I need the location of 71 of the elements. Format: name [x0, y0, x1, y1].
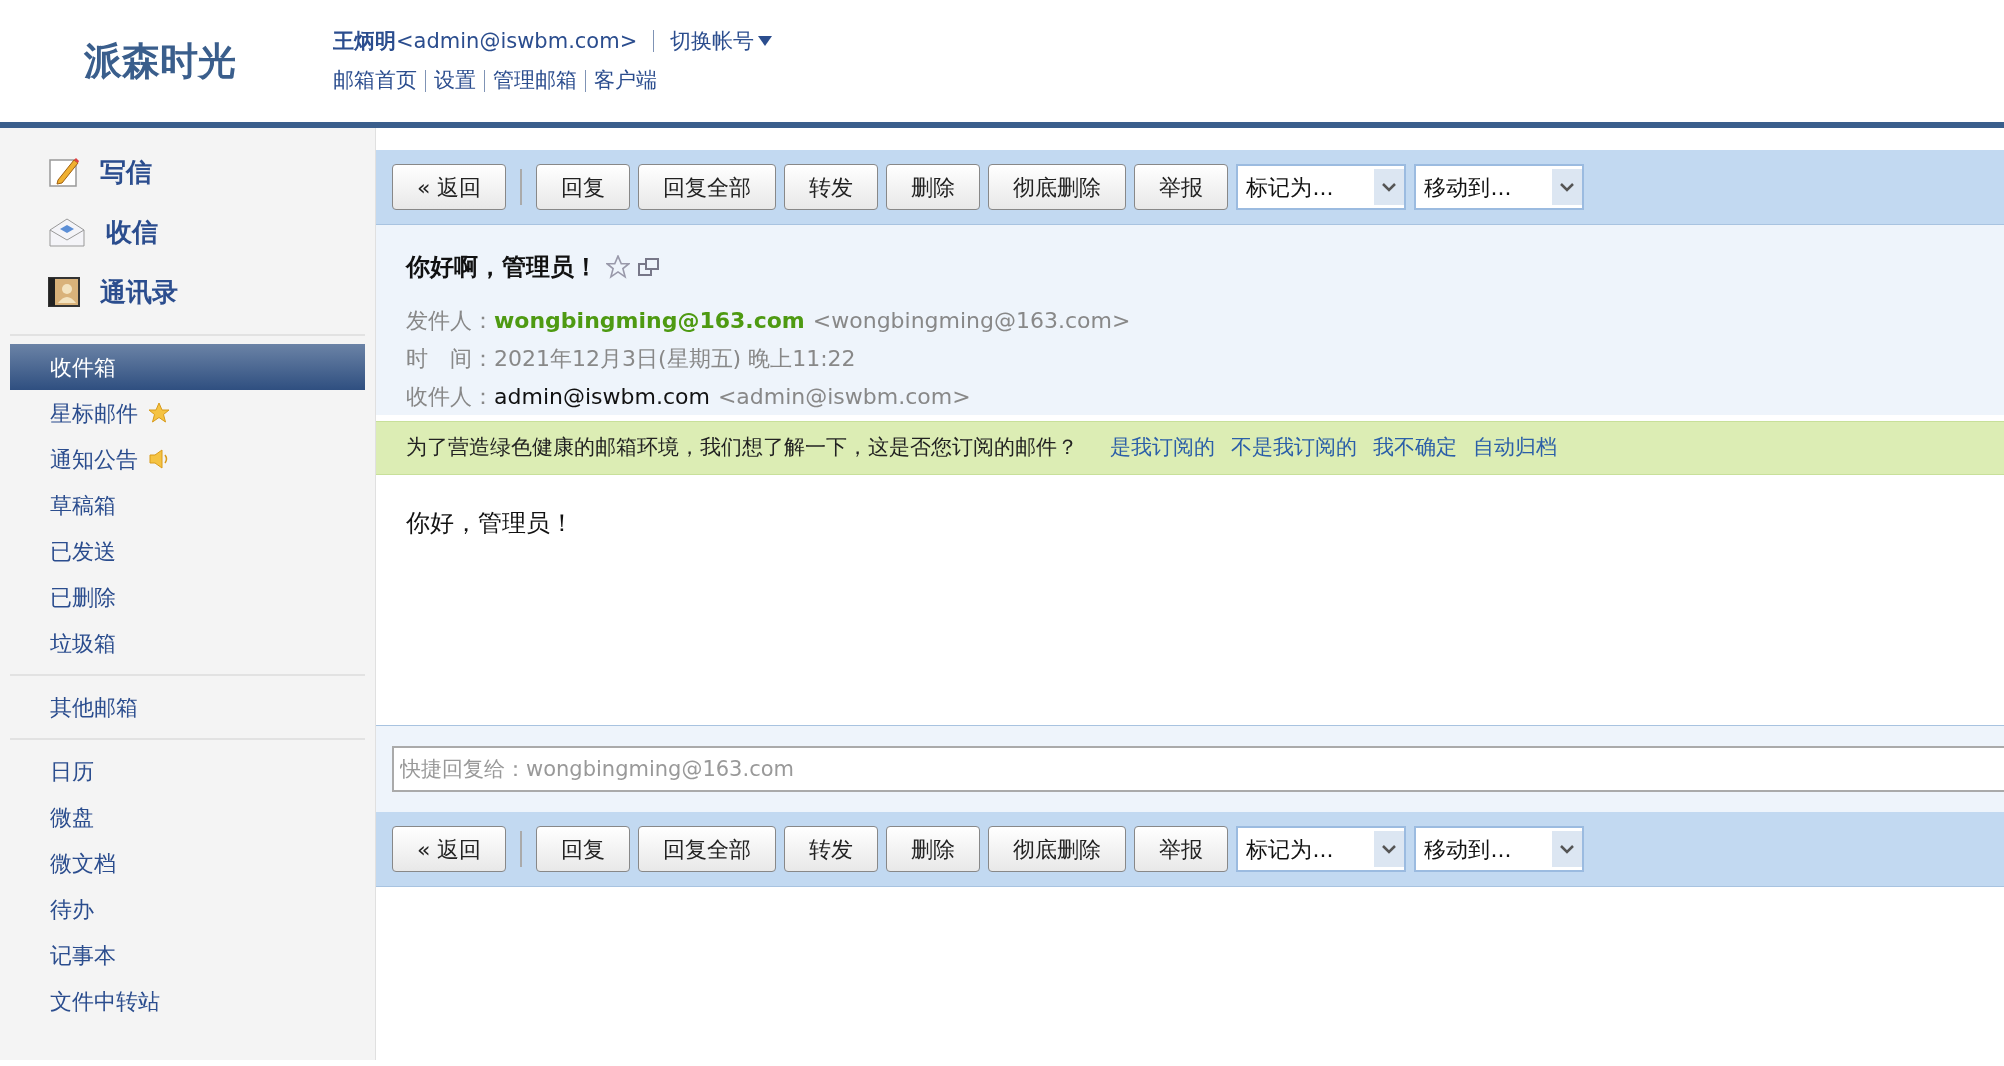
toolbar-button[interactable]: 彻底删除 — [988, 826, 1127, 872]
sidebar-action[interactable]: 写信 — [10, 142, 365, 202]
pencil-note-icon — [48, 156, 80, 188]
notice-link[interactable]: 自动归档 — [1473, 432, 1557, 464]
meta-label: 发件人： — [406, 306, 494, 335]
chevron-down-icon — [1559, 844, 1576, 854]
notice-link[interactable]: 我不确定 — [1373, 432, 1457, 464]
notice-link[interactable]: 是我订阅的 — [1110, 432, 1215, 464]
back-button[interactable]: « 返回 — [392, 164, 507, 210]
switch-account-link[interactable]: 切换帐号 — [670, 25, 773, 57]
folder-item[interactable]: 垃圾箱 — [10, 620, 365, 666]
folder-item[interactable]: 通知公告 — [10, 436, 365, 482]
chevron-down-icon — [1381, 844, 1398, 854]
star-icon[interactable] — [606, 255, 630, 279]
toolbar-button[interactable]: 删除 — [886, 826, 981, 872]
email-subject: 你好啊，管理员！ — [406, 252, 598, 283]
meta-label: 收件人： — [406, 382, 494, 411]
header-link[interactable]: 客户端 — [594, 65, 657, 97]
folder-item[interactable]: 收件箱 — [10, 344, 365, 390]
popout-icon[interactable] — [638, 257, 660, 277]
toolbar-button[interactable]: 彻底删除 — [988, 164, 1127, 210]
header-link[interactable]: 管理邮箱 — [493, 65, 577, 97]
folder-item[interactable]: 已发送 — [10, 528, 365, 574]
toolbar-button[interactable]: 回复全部 — [638, 826, 777, 872]
folder-item[interactable]: 草稿箱 — [10, 482, 365, 528]
sidebar-action[interactable]: 通讯录 — [10, 262, 365, 322]
folder-item[interactable]: 记事本 — [10, 932, 365, 978]
quick-reply-field[interactable]: 快捷回复给：wongbingming@163.com — [392, 746, 2004, 792]
toolbar-button[interactable]: 举报 — [1134, 164, 1229, 210]
toolbar-button[interactable]: 回复全部 — [638, 164, 777, 210]
recipient-name: admin@iswbm.com — [494, 382, 710, 411]
sender-address: <wongbingming@163.com> — [812, 306, 1131, 335]
folder-item[interactable]: 文件中转站 — [10, 978, 365, 1024]
meta-label: 时 间： — [406, 344, 494, 373]
folder-item[interactable]: 微盘 — [10, 794, 365, 840]
folder-item[interactable]: 已删除 — [10, 574, 365, 620]
logo: 派森时光 — [83, 37, 237, 85]
notice-text: 为了营造绿色健康的邮箱环境，我们想了解一下，这是否您订阅的邮件？ — [406, 434, 1078, 462]
contact-card-icon — [48, 277, 80, 307]
toolbar-button[interactable]: 举报 — [1134, 826, 1229, 872]
user-email: <admin@iswbm.com> — [396, 27, 638, 55]
toolbar-button[interactable]: 转发 — [784, 164, 879, 210]
speaker-icon — [148, 449, 170, 469]
star-icon — [148, 402, 170, 424]
folder-item[interactable]: 其他邮箱 — [10, 684, 365, 730]
caret-icon — [758, 36, 773, 47]
folder-item[interactable]: 日历 — [10, 748, 365, 794]
dropdown[interactable]: 移动到... — [1414, 826, 1585, 872]
chevron-down-icon — [1559, 182, 1576, 192]
folder-item[interactable]: 星标邮件 — [10, 390, 365, 436]
chevron-down-icon — [1381, 182, 1398, 192]
back-button[interactable]: « 返回 — [392, 826, 507, 872]
header-link[interactable]: 设置 — [434, 65, 476, 97]
email-body: 你好，管理员！ — [406, 509, 574, 537]
sent-time: 2021年12月3日(星期五) 晚上11:22 — [494, 344, 856, 373]
toolbar-button[interactable]: 回复 — [536, 826, 631, 872]
dropdown[interactable]: 标记为... — [1236, 164, 1407, 210]
folder-item[interactable]: 待办 — [10, 886, 365, 932]
toolbar-button[interactable]: 回复 — [536, 164, 631, 210]
recipient-address: <admin@iswbm.com> — [717, 382, 971, 411]
dropdown[interactable]: 标记为... — [1236, 826, 1407, 872]
user-name: 王炳明 — [333, 27, 396, 55]
toolbar-button[interactable]: 转发 — [784, 826, 879, 872]
notice-link[interactable]: 不是我订阅的 — [1231, 432, 1357, 464]
sidebar-action[interactable]: 收信 — [10, 202, 365, 262]
header-link[interactable]: 邮箱首页 — [333, 65, 417, 97]
folder-item[interactable]: 微文档 — [10, 840, 365, 886]
dropdown[interactable]: 移动到... — [1414, 164, 1585, 210]
toolbar-button[interactable]: 删除 — [886, 164, 981, 210]
envelope-icon — [48, 216, 86, 248]
sender-name: wongbingming@163.com — [494, 306, 805, 335]
